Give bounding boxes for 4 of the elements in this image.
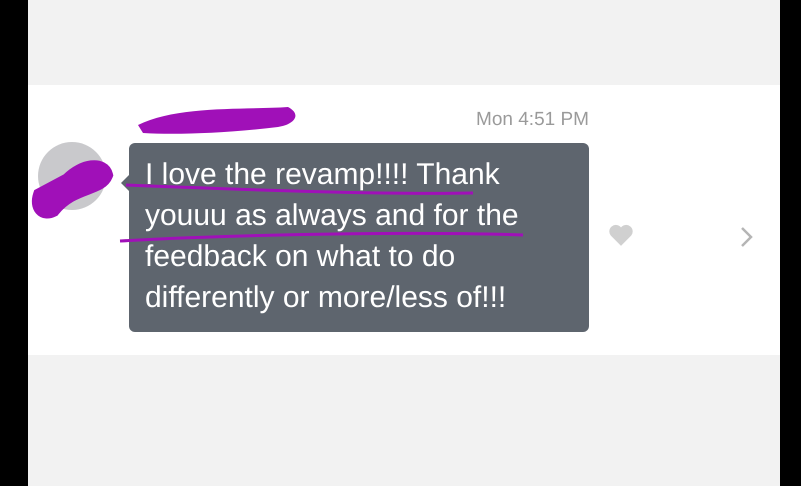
heart-icon[interactable]: [608, 223, 634, 247]
message-time: Mon 4:51 PM: [476, 109, 589, 131]
chevron-right-icon[interactable]: [739, 225, 755, 249]
message-bubble: I love the revamp!!!! Thank youuu as always and for the feedback on what to do differently or more/less of!!!: [129, 143, 589, 332]
